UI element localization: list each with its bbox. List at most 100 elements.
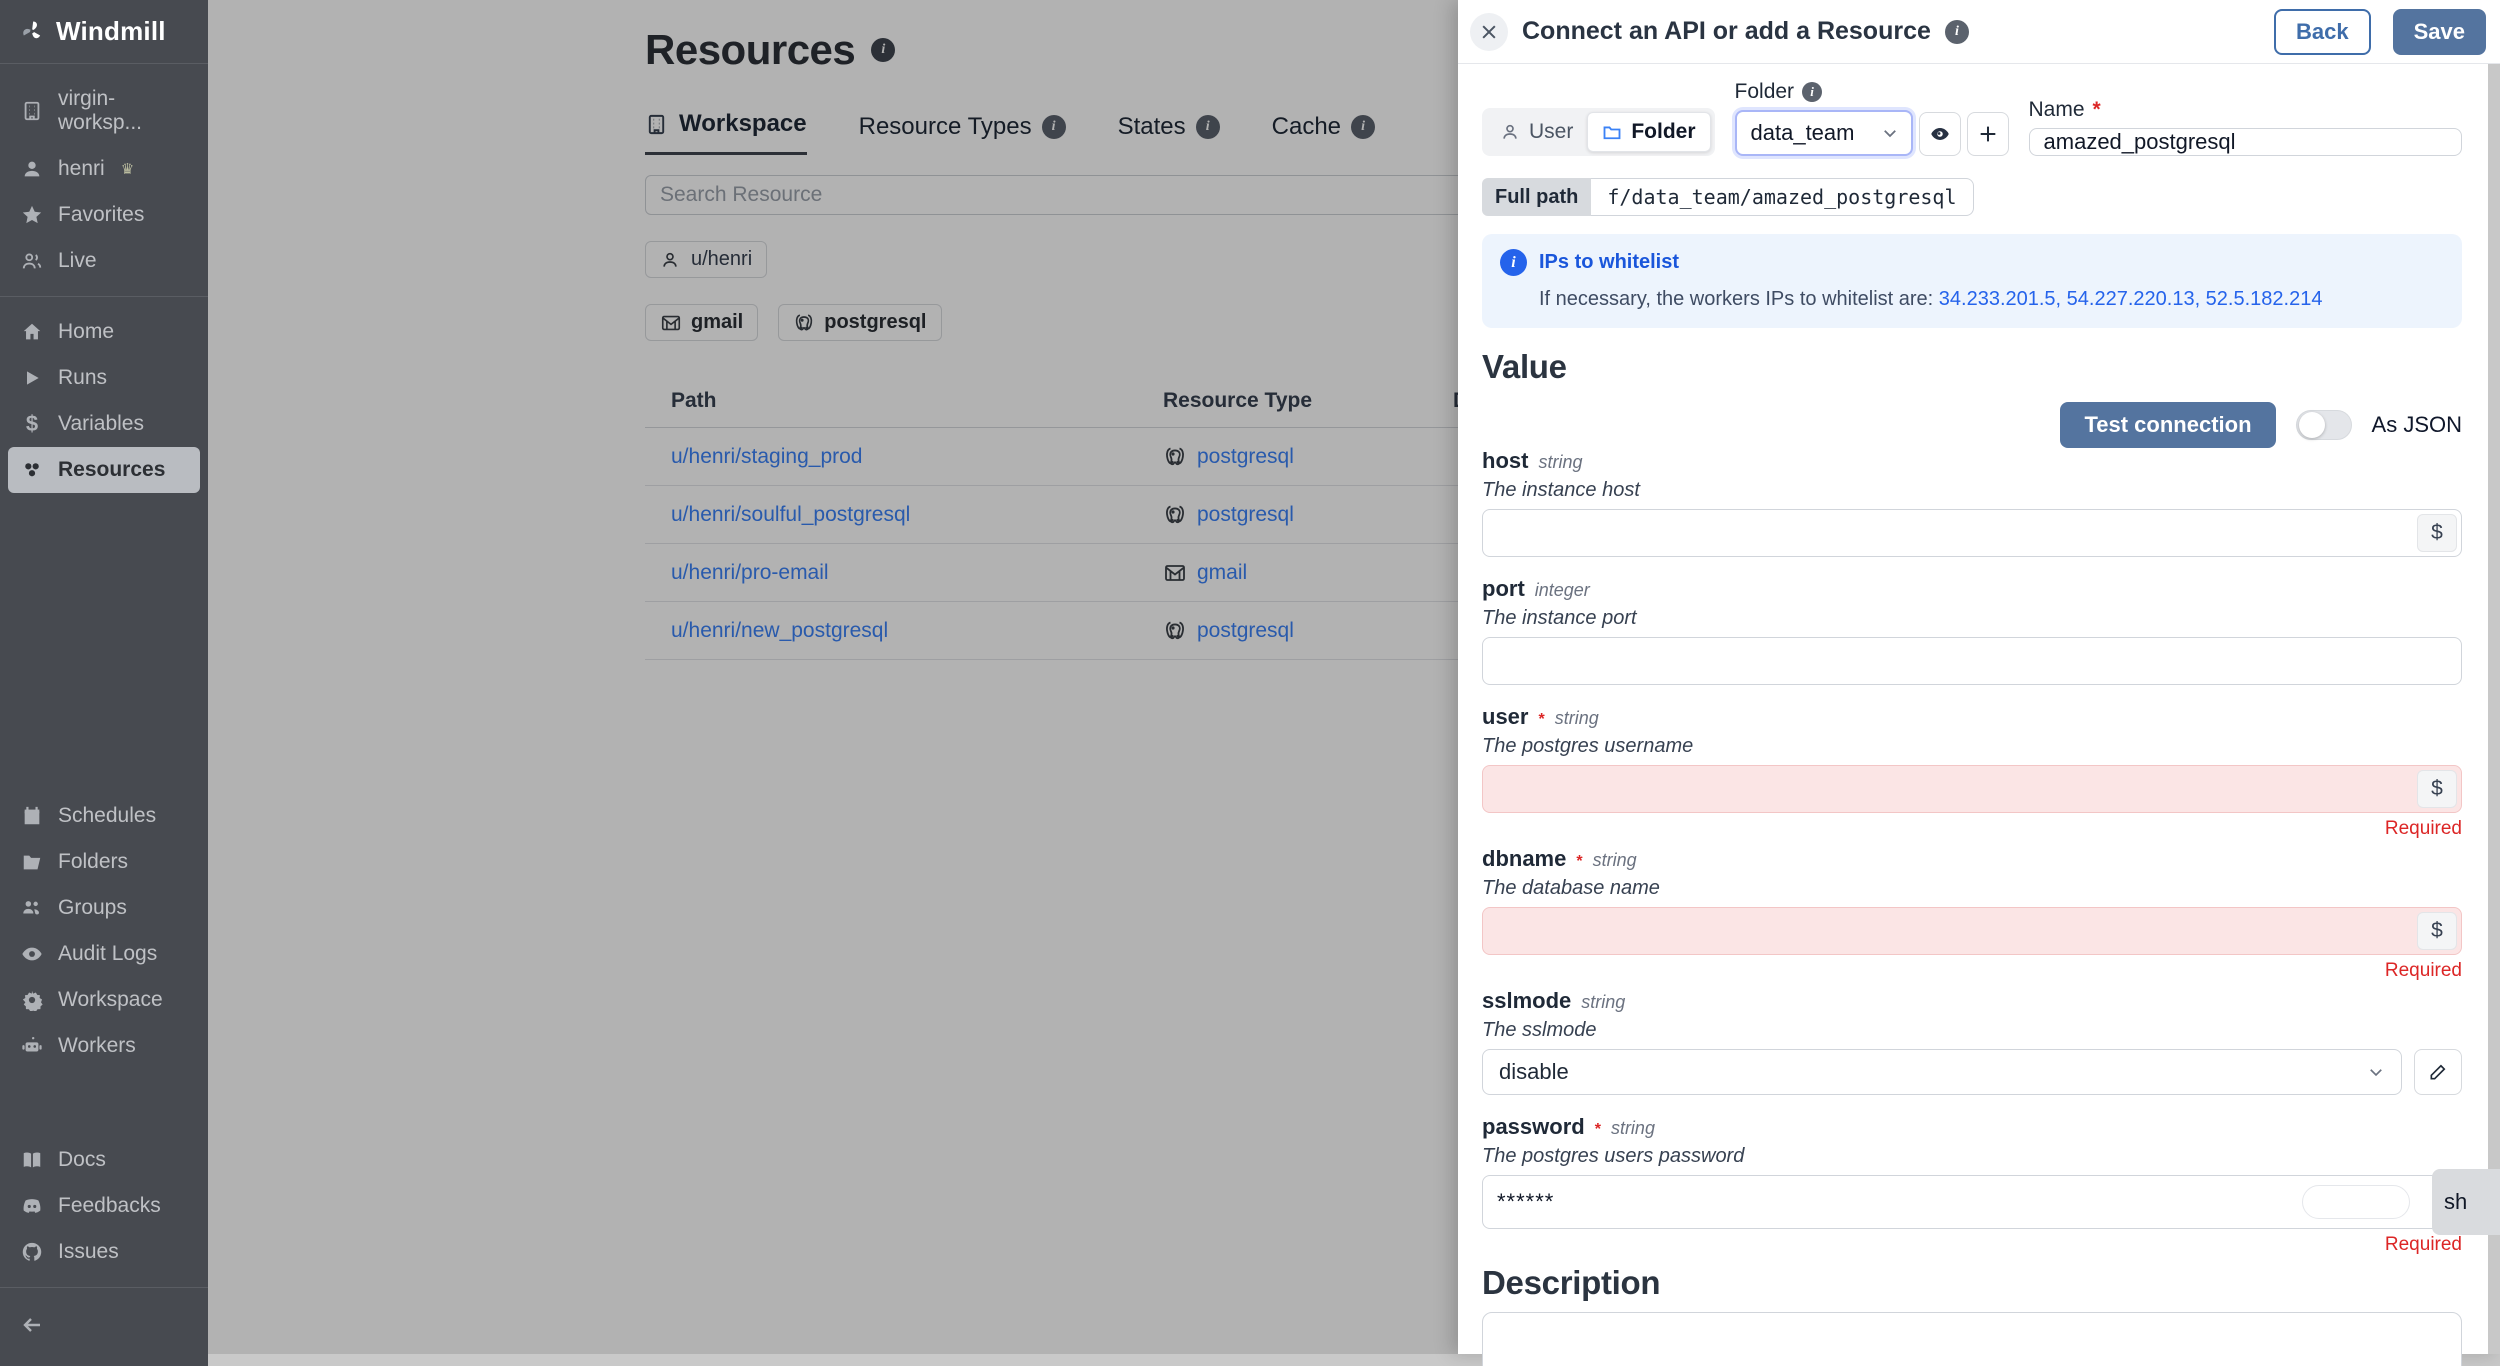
user-icon bbox=[20, 157, 44, 181]
test-connection-button[interactable]: Test connection bbox=[2060, 402, 2276, 448]
divider bbox=[0, 63, 208, 64]
app-logo[interactable]: Windmill bbox=[0, 0, 208, 61]
name-field-label: Name bbox=[2028, 98, 2085, 121]
windmill-app: Windmill virgin-worksp... henri ♛ Favori… bbox=[0, 0, 2500, 1366]
password-reveal-pill[interactable] bbox=[2302, 1185, 2410, 1219]
sidebar-item-favorites[interactable]: Favorites bbox=[8, 192, 200, 238]
info-icon: i bbox=[1802, 82, 1823, 102]
sidebar-admin-group: Schedules Folders Groups Audit Logs Work… bbox=[0, 783, 208, 1079]
required-star: * bbox=[1538, 711, 1545, 728]
show-password-tooltip: sh bbox=[2432, 1169, 2500, 1235]
resource-name-input[interactable] bbox=[2028, 128, 2462, 156]
sidebar-item-label: Resources bbox=[58, 457, 166, 481]
sidebar-item-workspace-switcher[interactable]: virgin-worksp... bbox=[8, 76, 200, 146]
owner-kind-folder-option[interactable]: Folder bbox=[1587, 112, 1711, 152]
sidebar-item-user[interactable]: henri ♛ bbox=[8, 146, 200, 192]
field-description: The database name bbox=[1482, 877, 1660, 899]
segment-label: Folder bbox=[1631, 120, 1696, 143]
insert-variable-button[interactable]: $ bbox=[2417, 770, 2457, 808]
as-json-label: As JSON bbox=[2371, 412, 2462, 437]
sidebar-item-groups[interactable]: Groups bbox=[8, 885, 200, 931]
calendar-icon bbox=[20, 804, 44, 828]
eye-icon bbox=[20, 942, 44, 966]
dollar-icon: $ bbox=[25, 410, 39, 436]
drawer-scrollbar[interactable] bbox=[2488, 64, 2500, 1354]
sidebar: Windmill virgin-worksp... henri ♛ Favori… bbox=[0, 0, 208, 1366]
play-icon bbox=[20, 366, 44, 390]
folder-select[interactable]: data_team bbox=[1734, 110, 1913, 156]
sidebar-item-workspace-settings[interactable]: Workspace bbox=[8, 977, 200, 1023]
gear-icon bbox=[20, 988, 44, 1012]
sidebar-item-resources[interactable]: Resources bbox=[8, 446, 200, 493]
folder-icon bbox=[1602, 122, 1623, 143]
info-icon: i bbox=[1944, 19, 1969, 44]
close-icon bbox=[1479, 22, 1499, 42]
sidebar-item-label: Schedules bbox=[58, 804, 157, 828]
sslmode-select-value: disable bbox=[1499, 1059, 1569, 1084]
sidebar-nav-group: Home Runs $ Variables Resources bbox=[0, 299, 208, 503]
field-host: host string The instance host $ bbox=[1482, 448, 2462, 557]
sidebar-item-schedules[interactable]: Schedules bbox=[8, 793, 200, 839]
drawer-header: Connect an API or add a Resource i Back … bbox=[1458, 0, 2500, 64]
folder-icon bbox=[20, 850, 44, 874]
field-name: password bbox=[1482, 1114, 1585, 1139]
insert-variable-button[interactable]: $ bbox=[2417, 912, 2457, 950]
field-dbname: dbname * string The database name $ Requi… bbox=[1482, 846, 2462, 982]
folder-select-value: data_team bbox=[1750, 120, 1855, 145]
field-user: user * string The postgres username $ Req… bbox=[1482, 704, 2462, 840]
user-name: henri bbox=[58, 156, 105, 180]
required-note: Required bbox=[2384, 1234, 2462, 1255]
field-type: string bbox=[1581, 992, 1626, 1012]
sidebar-item-workers[interactable]: Workers bbox=[8, 1023, 200, 1069]
sidebar-help-group: Docs Feedbacks Issues bbox=[0, 1127, 208, 1285]
ips-list[interactable]: 34.233.201.5, 54.227.220.13, 52.5.182.21… bbox=[1939, 288, 2323, 310]
required-star: * bbox=[1576, 853, 1583, 870]
insert-variable-button[interactable]: $ bbox=[2417, 514, 2457, 552]
cubes-icon bbox=[20, 458, 44, 482]
port-input[interactable] bbox=[1482, 637, 2462, 685]
add-resource-drawer: Connect an API or add a Resource i Back … bbox=[1458, 0, 2500, 1366]
sidebar-item-feedbacks[interactable]: Feedbacks bbox=[8, 1183, 200, 1229]
field-description: The instance port bbox=[1482, 607, 1637, 629]
sidebar-item-label: Runs bbox=[58, 365, 108, 389]
close-drawer-button[interactable] bbox=[1470, 12, 1508, 51]
save-button[interactable]: Save bbox=[2392, 8, 2486, 55]
sidebar-item-variables[interactable]: $ Variables bbox=[8, 401, 200, 447]
required-star: * bbox=[1594, 1121, 1601, 1138]
user-input[interactable] bbox=[1482, 765, 2462, 813]
dbname-input[interactable] bbox=[1482, 907, 2462, 955]
divider bbox=[0, 1287, 208, 1288]
host-input[interactable] bbox=[1482, 509, 2462, 557]
description-section-heading: Description bbox=[1482, 1264, 1661, 1301]
as-json-toggle[interactable] bbox=[2295, 410, 2352, 440]
sidebar-item-label: Variables bbox=[58, 411, 144, 435]
sidebar-item-label: Home bbox=[58, 319, 115, 343]
required-note: Required bbox=[2384, 818, 2462, 839]
sidebar-item-live[interactable]: Live bbox=[8, 238, 200, 284]
discord-icon bbox=[20, 1194, 44, 1218]
fullpath-value: f/data_team/amazed_postgresql bbox=[1591, 178, 1974, 216]
new-folder-button[interactable] bbox=[1966, 112, 2009, 156]
field-sslmode: sslmode string The sslmode disable bbox=[1482, 988, 2462, 1095]
sidebar-item-issues[interactable]: Issues bbox=[8, 1229, 200, 1275]
sslmode-select[interactable]: disable bbox=[1482, 1049, 2402, 1095]
user-group-icon bbox=[20, 896, 44, 920]
sidebar-item-runs[interactable]: Runs bbox=[8, 355, 200, 401]
edit-sslmode-button[interactable] bbox=[2414, 1049, 2462, 1095]
sidebar-item-folders[interactable]: Folders bbox=[8, 839, 200, 885]
sidebar-item-home[interactable]: Home bbox=[8, 309, 200, 355]
back-button[interactable]: Back bbox=[2274, 8, 2371, 55]
field-name: host bbox=[1482, 448, 1529, 473]
building-icon bbox=[20, 99, 44, 123]
field-port: port integer The instance port bbox=[1482, 576, 2462, 685]
owner-kind-user-option[interactable]: User bbox=[1486, 113, 1587, 151]
sidebar-item-docs[interactable]: Docs bbox=[8, 1137, 200, 1183]
field-description: The instance host bbox=[1482, 479, 1640, 501]
workspace-name: virgin-worksp... bbox=[58, 86, 143, 134]
sidebar-item-audit-logs[interactable]: Audit Logs bbox=[8, 931, 200, 977]
description-textarea[interactable] bbox=[1482, 1312, 2462, 1366]
collapse-sidebar-button[interactable] bbox=[8, 1302, 200, 1348]
user-icon bbox=[1500, 122, 1521, 143]
view-folder-button[interactable] bbox=[1918, 112, 1961, 156]
